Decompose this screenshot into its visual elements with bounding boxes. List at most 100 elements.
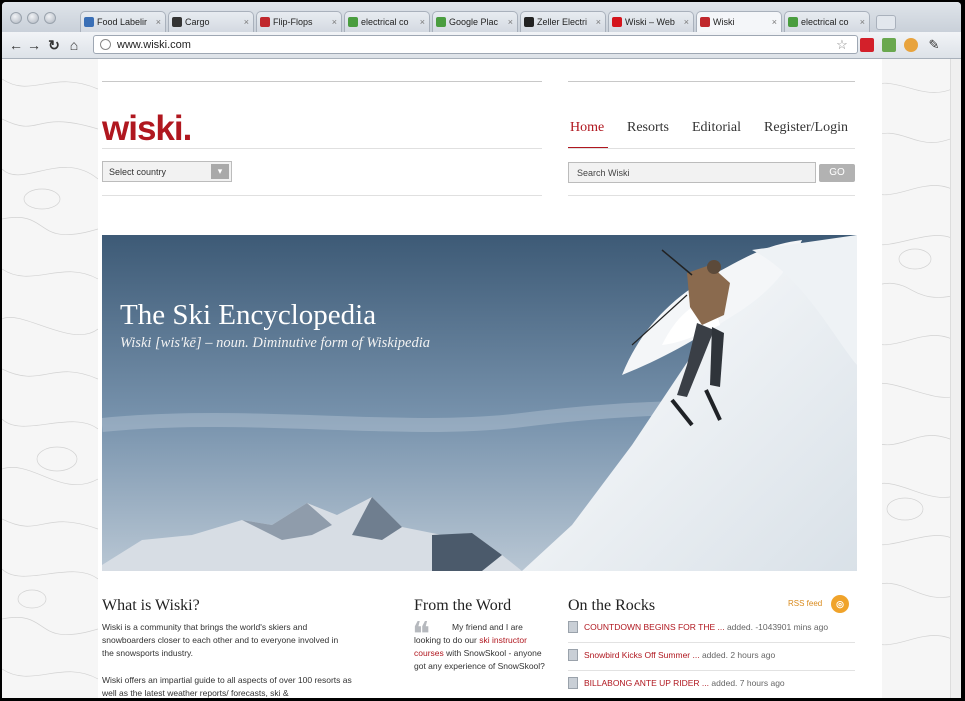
- go-button[interactable]: GO: [819, 164, 855, 182]
- favicon-icon: [612, 17, 622, 27]
- address-text: www.wiski.com: [117, 38, 191, 51]
- header-rule-right: [568, 81, 855, 82]
- browser-tab[interactable]: electrical co ×: [784, 11, 870, 32]
- favicon-icon: [700, 17, 710, 27]
- browser-toolbar: ← → ↻ ⌂ www.wiski.com ☆ ✎: [2, 32, 961, 59]
- page-scrollbar[interactable]: [950, 59, 961, 698]
- close-tab-icon[interactable]: ×: [332, 17, 337, 27]
- favicon-icon: [260, 17, 270, 27]
- favicon-icon: [788, 17, 798, 27]
- browser-tab[interactable]: Wiski – Web ×: [608, 11, 694, 32]
- tab-label: Wiski: [713, 17, 735, 27]
- hero-title: The Ski Encyclopedia: [120, 299, 377, 331]
- nav-editorial[interactable]: Editorial: [692, 120, 741, 136]
- close-tab-icon[interactable]: ×: [156, 17, 161, 27]
- rocks-heading: On the Rocks: [568, 597, 656, 614]
- news-divider: [568, 642, 855, 643]
- globe-icon: [100, 39, 111, 50]
- document-icon: [568, 649, 578, 661]
- forward-arrow-icon[interactable]: →: [26, 36, 42, 54]
- close-tab-icon[interactable]: ×: [420, 17, 425, 27]
- logo-text: wiski: [102, 109, 184, 148]
- site-content: wiski. Select country ▾ Home Resorts Edi…: [98, 59, 882, 698]
- hero-subtitle: Wiski [wis'kē] – noun. Diminutive form o…: [120, 335, 430, 351]
- browser-tab[interactable]: Zeller Electri ×: [520, 11, 606, 32]
- news-item-meta: added. 7 hours ago: [711, 678, 785, 688]
- search-input[interactable]: Search Wiski: [568, 162, 816, 183]
- search-rule-left: [102, 195, 542, 196]
- extension-green-icon[interactable]: [882, 38, 896, 52]
- favicon-icon: [172, 17, 182, 27]
- close-tab-icon[interactable]: ×: [684, 17, 689, 27]
- browser-tab[interactable]: Food Labelir ×: [80, 11, 166, 32]
- nav-home[interactable]: Home: [570, 120, 604, 136]
- header-rule-left: [102, 81, 542, 82]
- news-divider: [568, 670, 855, 671]
- news-item-title[interactable]: COUNTDOWN BEGINS FOR THE ...: [584, 622, 725, 632]
- word-heading: From the Word: [414, 597, 512, 614]
- close-tab-icon[interactable]: ×: [596, 17, 601, 27]
- browser-tab[interactable]: Wiski ×: [696, 11, 782, 32]
- about-paragraph-1: Wiski is a community that brings the wor…: [102, 622, 339, 658]
- news-item[interactable]: BILLABONG ANTE UP RIDER ... added. 7 hou…: [568, 677, 785, 689]
- minimize-window-button[interactable]: [27, 12, 39, 24]
- news-item-meta: added. -1043901 mins ago: [726, 622, 829, 632]
- back-arrow-icon[interactable]: ←: [8, 36, 24, 54]
- document-icon: [568, 677, 578, 689]
- star-icon[interactable]: ☆: [834, 36, 850, 54]
- nav-register-login[interactable]: Register/Login: [764, 120, 848, 136]
- topographic-background-left: [2, 78, 98, 680]
- close-tab-icon[interactable]: ×: [772, 17, 777, 27]
- tab-label: Cargo: [185, 17, 210, 27]
- hero-image: [102, 235, 857, 571]
- chevron-down-icon: ▾: [211, 164, 229, 179]
- extension-red-icon[interactable]: [860, 38, 874, 52]
- news-item[interactable]: Snowbird Kicks Off Summer ... added. 2 h…: [568, 649, 775, 661]
- wrench-icon[interactable]: ✎: [926, 36, 942, 54]
- favicon-icon: [524, 17, 534, 27]
- browser-window: Food Labelir × Cargo × Flip-Flops × electrical…: [2, 2, 961, 698]
- word-quote: My friend and I are looking to do our sk…: [414, 621, 549, 673]
- browser-tab[interactable]: Google Plac ×: [432, 11, 518, 32]
- tab-label: Wiski – Web: [625, 17, 675, 27]
- close-tab-icon[interactable]: ×: [244, 17, 249, 27]
- news-item-meta: added. 2 hours ago: [701, 650, 776, 660]
- new-tab-button[interactable]: [876, 15, 896, 30]
- hero-banner: The Ski Encyclopedia Wiski [wis'kē] – no…: [102, 235, 857, 571]
- rss-icon[interactable]: ◎: [831, 595, 849, 613]
- search-rule-right: [568, 195, 855, 196]
- country-select[interactable]: Select country ▾: [102, 161, 232, 182]
- close-tab-icon[interactable]: ×: [508, 17, 513, 27]
- document-icon: [568, 621, 578, 633]
- close-tab-icon[interactable]: ×: [860, 17, 865, 27]
- news-item-title[interactable]: Snowbird Kicks Off Summer ...: [584, 650, 700, 660]
- rss-feed-link[interactable]: RSS feed: [788, 599, 822, 608]
- browser-tab[interactable]: electrical co ×: [344, 11, 430, 32]
- favicon-icon: [348, 17, 358, 27]
- extension-hand-icon[interactable]: [904, 38, 918, 52]
- site-logo[interactable]: wiski.: [102, 109, 192, 149]
- address-bar[interactable]: www.wiski.com: [93, 35, 858, 54]
- about-heading: What is Wiski?: [102, 597, 200, 614]
- browser-tab[interactable]: Flip-Flops ×: [256, 11, 342, 32]
- tab-label: Flip-Flops: [273, 17, 313, 27]
- tab-strip: Food Labelir × Cargo × Flip-Flops × electrical…: [2, 2, 961, 32]
- about-paragraph-2: Wiski offers an impartial guide to all a…: [102, 675, 352, 698]
- close-window-button[interactable]: [10, 12, 22, 24]
- country-select-value: Select country: [109, 166, 167, 177]
- nav-resorts[interactable]: Resorts: [627, 120, 669, 136]
- reload-icon[interactable]: ↻: [46, 36, 62, 54]
- favicon-icon: [436, 17, 446, 27]
- tab-label: electrical co: [361, 17, 409, 27]
- browser-tab[interactable]: Cargo ×: [168, 11, 254, 32]
- zoom-window-button[interactable]: [44, 12, 56, 24]
- tab-label: Google Plac: [449, 17, 499, 27]
- news-item-title[interactable]: BILLABONG ANTE UP RIDER ...: [584, 678, 709, 688]
- tab-label: Zeller Electri: [537, 17, 588, 27]
- tab-label: Food Labelir: [97, 17, 148, 27]
- home-icon[interactable]: ⌂: [66, 36, 82, 54]
- news-item[interactable]: COUNTDOWN BEGINS FOR THE ... added. -104…: [568, 621, 828, 633]
- nav-rule: [568, 148, 855, 149]
- logo-rule: [102, 148, 542, 149]
- page-viewport: wiski. Select country ▾ Home Resorts Edi…: [2, 59, 961, 698]
